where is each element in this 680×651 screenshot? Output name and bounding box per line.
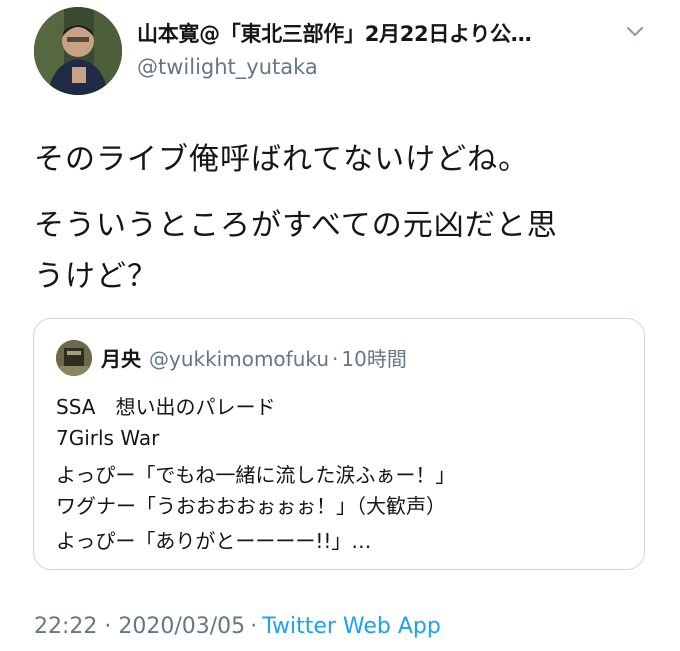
quoted-text-line: ワグナー「うおおおおぉぉぉ！」（大歓声） — [56, 494, 446, 518]
tweet-text-line: うけど？ — [34, 259, 158, 294]
chevron-down-icon[interactable] — [623, 20, 647, 44]
tweet-meta: 22:22 · 2020/03/05 · Twitter Web App — [34, 614, 441, 639]
tweet-source-link[interactable]: Twitter Web App — [262, 614, 441, 639]
quoted-text-line: 7Girls War — [56, 426, 160, 450]
quoted-timestamp[interactable]: 10時間 — [341, 347, 406, 371]
quoted-tweet[interactable]: 月央 @yukkimomofuku · 10時間 SSA 想い出のパレード 7Girl… — [33, 318, 645, 570]
quoted-text-line: よっぴー「ありがとーーーー!!」… — [56, 529, 372, 553]
tweet-timestamp[interactable]: 22:22 · 2020/03/05 — [34, 614, 245, 639]
user-avatar-photo — [34, 7, 122, 95]
quoted-separator: · — [332, 347, 339, 371]
quoted-avatar-image — [56, 340, 92, 376]
tweet-text-line: そういうところがすべての元凶だと思 — [34, 208, 558, 243]
tweet: 山本寛@「東北三部作」2月22日より公… @twilight_yutaka その… — [0, 0, 680, 651]
quoted-display-name[interactable]: 月央 — [101, 347, 141, 371]
quoted-author-avatar[interactable] — [56, 340, 92, 376]
author-handle[interactable]: @twilight_yutaka — [137, 55, 318, 79]
quoted-text-line: よっぴー「でもね一緒に流した涙ふぁー！」 — [56, 463, 456, 487]
tweet-text-line: そのライブ俺呼ばれてないけどね。 — [34, 142, 530, 177]
quoted-handle[interactable]: @yukkimomofuku — [149, 347, 329, 371]
quoted-text-line: SSA 想い出のパレード — [56, 395, 276, 419]
meta-separator: · — [250, 614, 258, 639]
quoted-header: 月央 @yukkimomofuku · 10時間 — [101, 343, 407, 372]
author-avatar[interactable] — [34, 7, 122, 95]
author-display-name[interactable]: 山本寛@「東北三部作」2月22日より公… — [137, 18, 607, 48]
